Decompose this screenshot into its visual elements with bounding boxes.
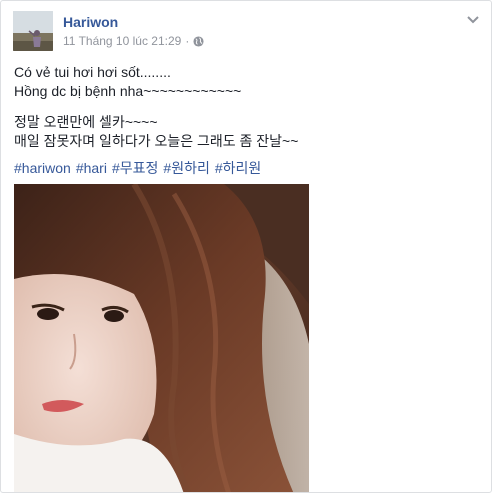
timestamp-link[interactable]: 11 Tháng 10 lúc 21:29: [63, 34, 181, 48]
post-text: Có vẻ tui hơi hơi sốt........ Hồng dc bị…: [14, 63, 474, 178]
hashtag-link[interactable]: #hari: [76, 159, 107, 178]
hashtag-link[interactable]: #hariwon: [14, 159, 71, 178]
post-line: 매일 잠못자며 일하다가 오늘은 그래도 좀 잔날~~: [14, 133, 299, 149]
chevron-down-icon[interactable]: [465, 13, 481, 25]
post-line: Có vẻ tui hơi hơi sốt........: [14, 64, 171, 80]
hashtag-link[interactable]: #하리원: [215, 159, 261, 178]
globe-icon[interactable]: [193, 35, 204, 47]
post-line: Hồng dc bị bệnh nha~~~~~~~~~~~~: [14, 83, 242, 99]
post-card: Hariwon 11 Tháng 10 lúc 21:29 · Có vẻ tu…: [0, 0, 492, 493]
post-photo[interactable]: [14, 184, 309, 492]
post-meta: 11 Tháng 10 lúc 21:29 ·: [63, 34, 204, 48]
hashtag-link[interactable]: #원하리: [163, 159, 209, 178]
meta-separator: ·: [185, 34, 190, 48]
avatar[interactable]: [13, 11, 53, 51]
post-line: 정말 오랜만에 셀카~~~~: [14, 114, 158, 130]
hashtag-list: #hariwon #hari #무표정 #원하리 #하리원: [14, 159, 474, 178]
hashtag-link[interactable]: #무표정: [112, 159, 158, 178]
author-name[interactable]: Hariwon: [63, 14, 118, 30]
